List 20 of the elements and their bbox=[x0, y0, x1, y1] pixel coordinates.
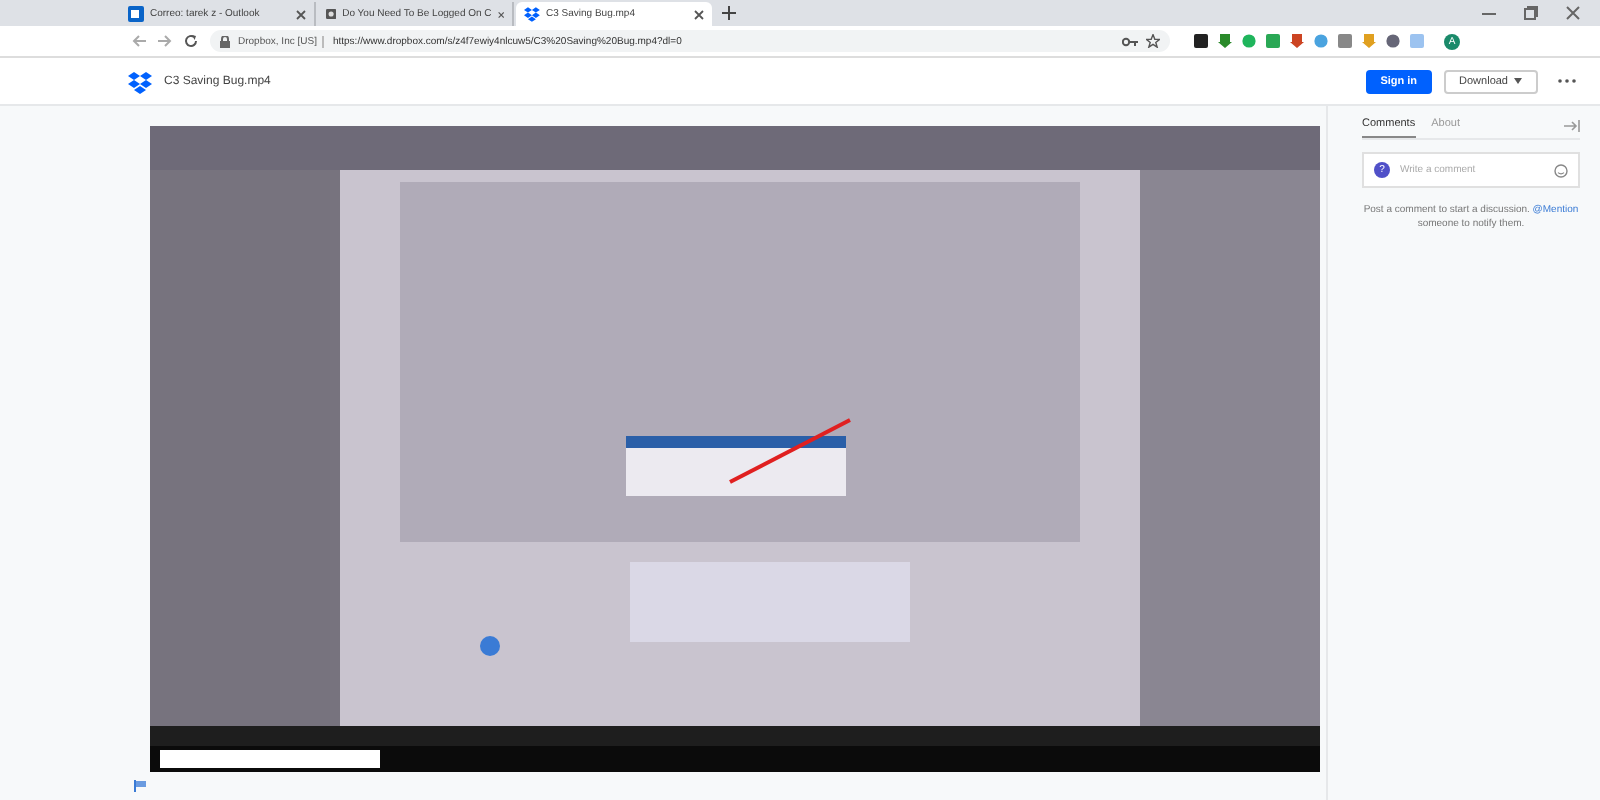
forward-icon[interactable] bbox=[158, 34, 172, 48]
emoji-icon[interactable] bbox=[1554, 163, 1568, 177]
close-icon[interactable] bbox=[694, 9, 704, 19]
key-icon[interactable] bbox=[1122, 35, 1138, 47]
back-icon[interactable] bbox=[132, 34, 146, 48]
lock-icon bbox=[220, 35, 230, 47]
restore-icon[interactable] bbox=[1524, 6, 1538, 20]
dropbox-logo-icon[interactable] bbox=[128, 69, 152, 93]
more-icon[interactable] bbox=[1558, 78, 1576, 84]
close-icon[interactable] bbox=[497, 9, 504, 19]
mail-icon bbox=[128, 6, 144, 22]
dropbox-icon bbox=[524, 6, 540, 22]
flag-icon[interactable] bbox=[134, 780, 146, 792]
close-icon[interactable] bbox=[296, 9, 306, 19]
reload-icon[interactable] bbox=[184, 34, 198, 48]
collapse-panel-icon[interactable] bbox=[1564, 119, 1580, 131]
new-tab-icon[interactable] bbox=[722, 6, 736, 20]
close-icon[interactable] bbox=[1566, 6, 1580, 20]
caret-icon bbox=[1514, 78, 1522, 84]
star-icon[interactable] bbox=[1146, 34, 1160, 48]
